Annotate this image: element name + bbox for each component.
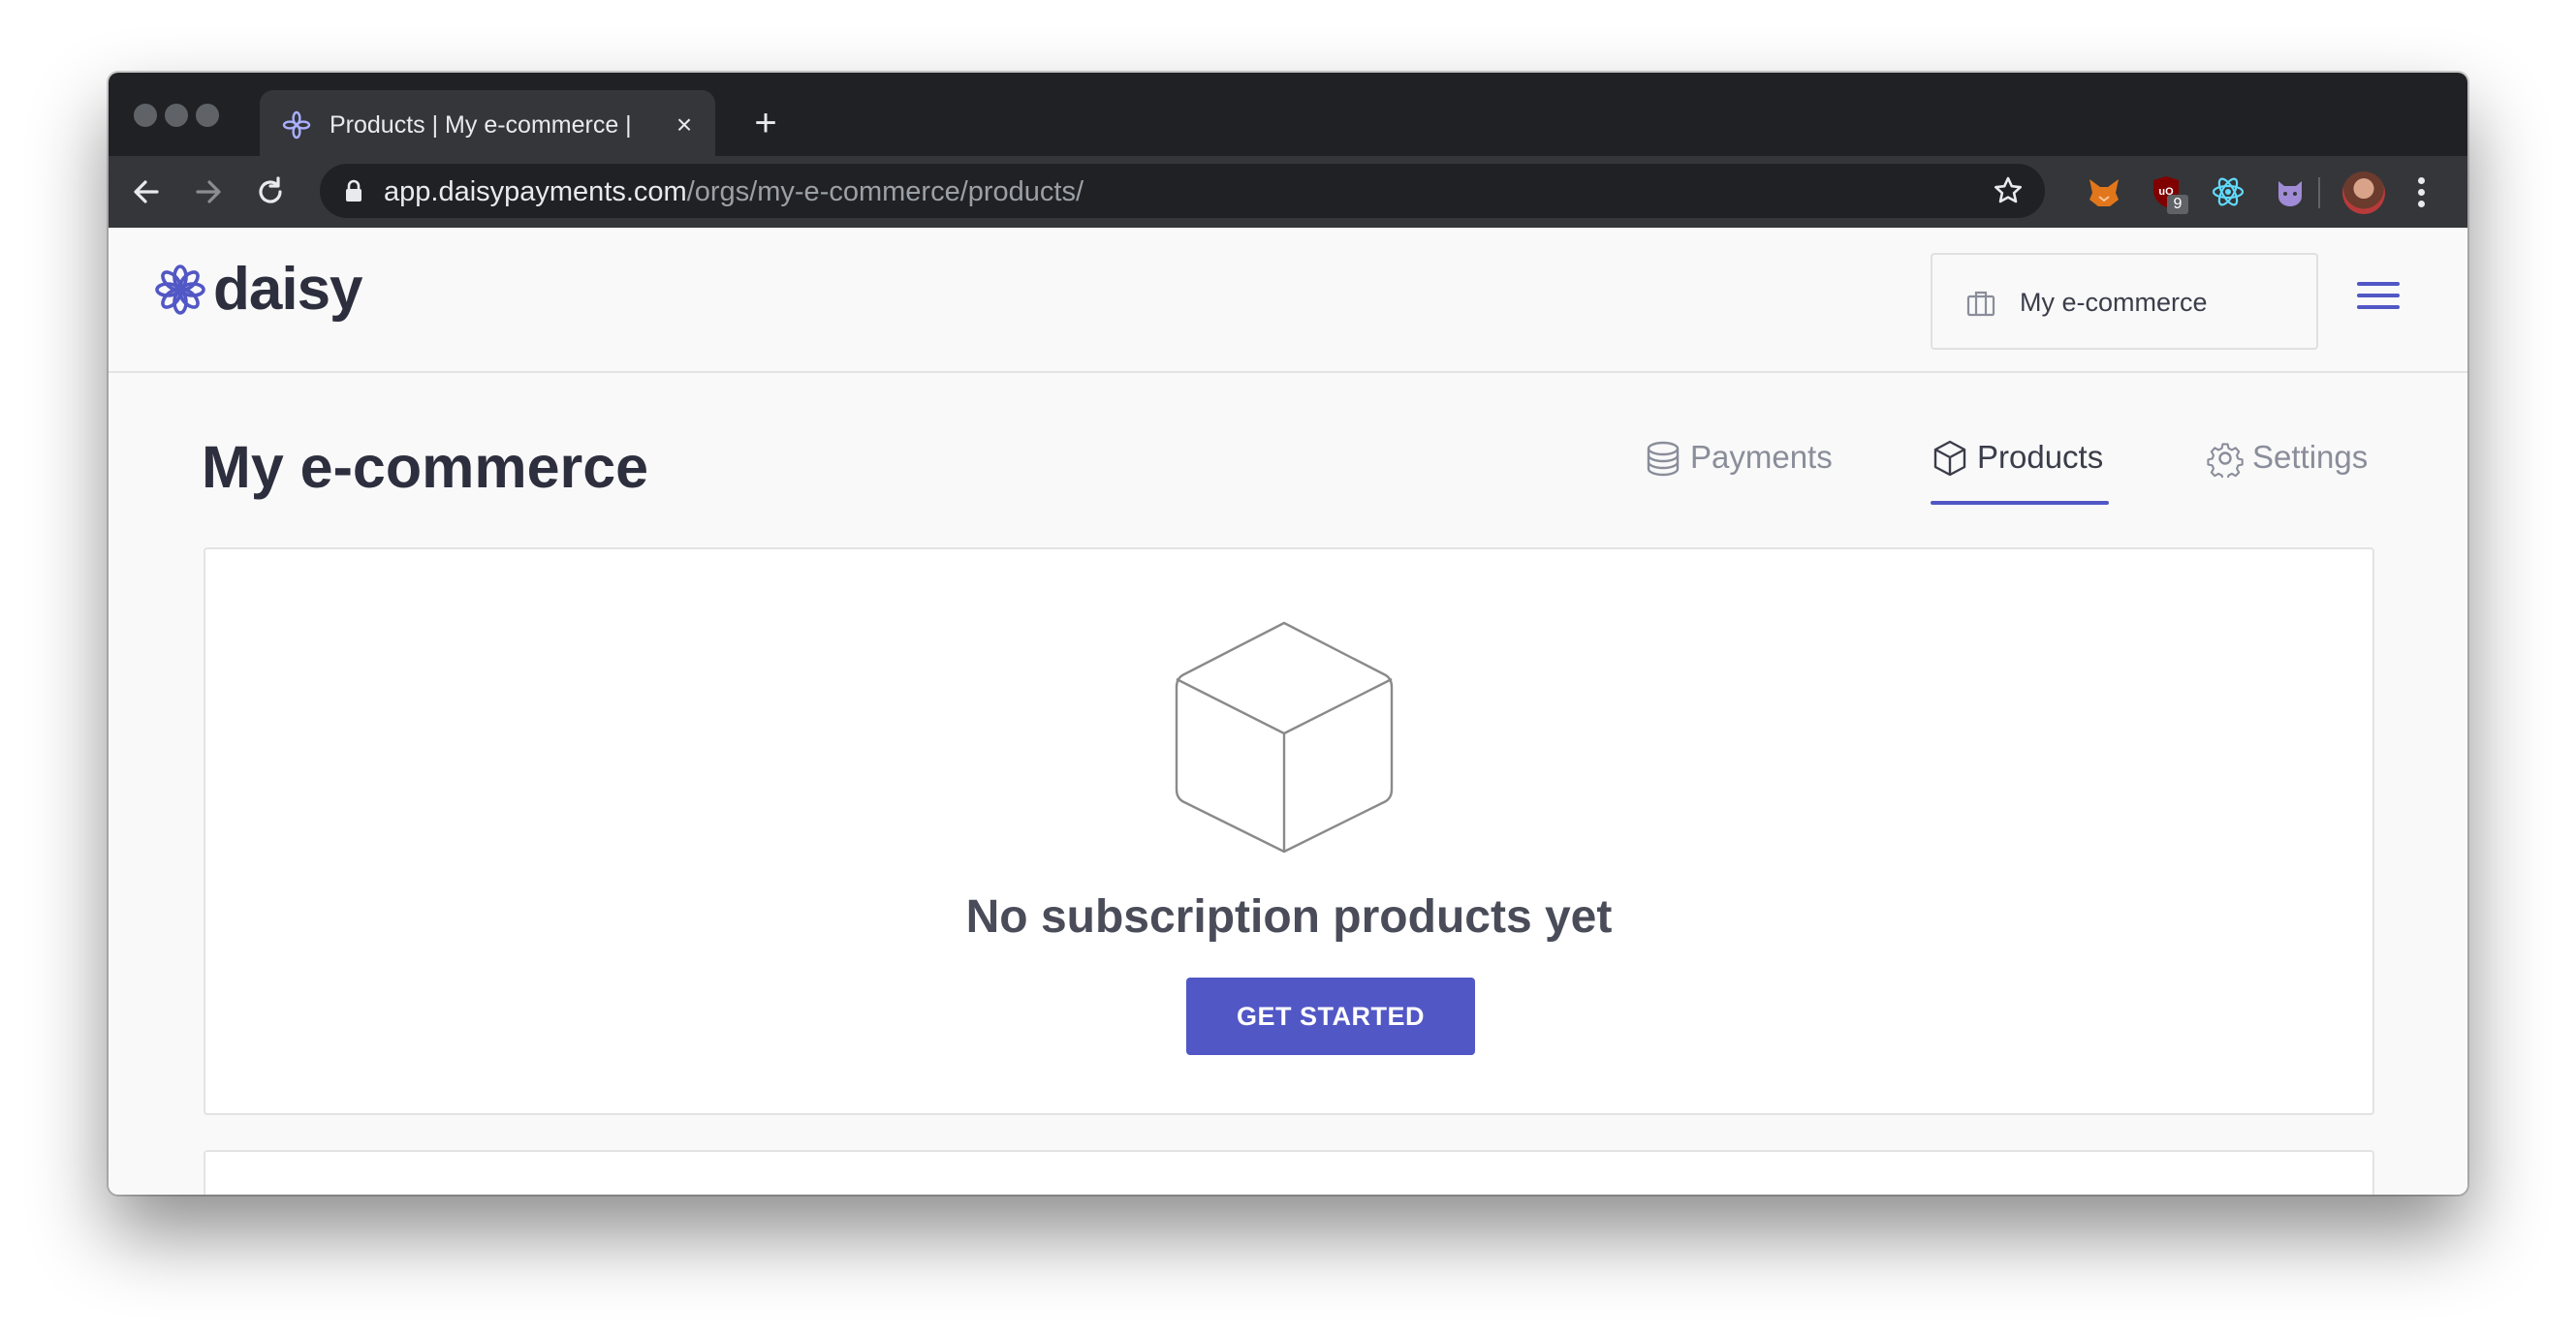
tab-title: Products | My e-commerce | Daisy	[330, 111, 640, 139]
coins-icon	[1647, 441, 1680, 477]
zoom-window-button[interactable]	[196, 104, 219, 127]
forward-arrow-icon[interactable]	[190, 173, 227, 210]
bookmark-star-icon[interactable]	[1993, 175, 2024, 206]
address-bar[interactable]: app.daisypayments.com/orgs/my-e-commerce…	[320, 164, 2045, 218]
daisy-logo-icon	[155, 264, 205, 315]
empty-state-card: No subscription products yet GET STARTED	[204, 547, 2374, 1115]
daisy-favicon-icon	[282, 110, 311, 140]
gear-icon	[2207, 443, 2244, 478]
browser-menu-icon[interactable]	[2415, 177, 2427, 210]
lock-icon	[346, 179, 361, 202]
box-icon	[1933, 440, 1966, 477]
logo-wordmark[interactable]: daisy	[213, 255, 363, 324]
react-extension-icon[interactable]	[2210, 173, 2246, 210]
cat-extension-icon[interactable]	[2272, 173, 2309, 210]
empty-box-icon	[1175, 621, 1394, 854]
page-content: daisy My e-commerce My e-commerce Paymen…	[109, 228, 2467, 1195]
tab-strip: Products | My e-commerce | Daisy × +	[109, 73, 2467, 158]
toolbar-divider	[2318, 177, 2320, 208]
organization-name: My e-commerce	[2020, 288, 2208, 317]
tab-payments-label: Payments	[1690, 439, 1833, 475]
active-tab-indicator	[1931, 501, 2109, 505]
tab-payments[interactable]: Payments	[1644, 431, 1847, 505]
back-arrow-icon[interactable]	[128, 173, 165, 210]
app-header: daisy My e-commerce	[109, 228, 2467, 373]
shield-extension-icon[interactable]: uO 9	[2148, 173, 2188, 214]
empty-state-message: No subscription products yet	[965, 891, 1613, 943]
minimize-window-button[interactable]	[165, 104, 188, 127]
reload-icon[interactable]	[252, 173, 289, 210]
browser-window: Products | My e-commerce | Daisy × + app…	[109, 73, 2467, 1195]
briefcase-icon	[1966, 291, 1995, 317]
tab-products-label: Products	[1977, 439, 2104, 475]
get-started-button[interactable]: GET STARTED	[1186, 978, 1475, 1055]
tab-settings[interactable]: Settings	[2206, 431, 2390, 505]
hamburger-menu-icon[interactable]	[2357, 282, 2400, 317]
url-host: app.daisypayments.com	[384, 176, 687, 207]
secondary-card	[204, 1150, 2374, 1195]
organization-switcher[interactable]: My e-commerce	[1931, 253, 2318, 350]
fox-extension-icon[interactable]	[2086, 173, 2122, 210]
close-tab-icon[interactable]: ×	[671, 111, 698, 139]
browser-toolbar: app.daisypayments.com/orgs/my-e-commerce…	[109, 156, 2467, 228]
tab-settings-label: Settings	[2252, 439, 2369, 475]
new-tab-button[interactable]: +	[748, 104, 783, 142]
tab-products[interactable]: Products	[1931, 431, 2109, 505]
profile-avatar[interactable]	[2342, 171, 2385, 214]
close-window-button[interactable]	[134, 104, 157, 127]
page-title: My e-commerce	[202, 434, 649, 500]
url-text: app.daisypayments.com/orgs/my-e-commerce…	[384, 176, 1084, 208]
url-path: /orgs/my-e-commerce/products/	[686, 176, 1084, 207]
extension-badge: 9	[2167, 195, 2188, 214]
browser-tab[interactable]: Products | My e-commerce | Daisy ×	[260, 90, 715, 158]
